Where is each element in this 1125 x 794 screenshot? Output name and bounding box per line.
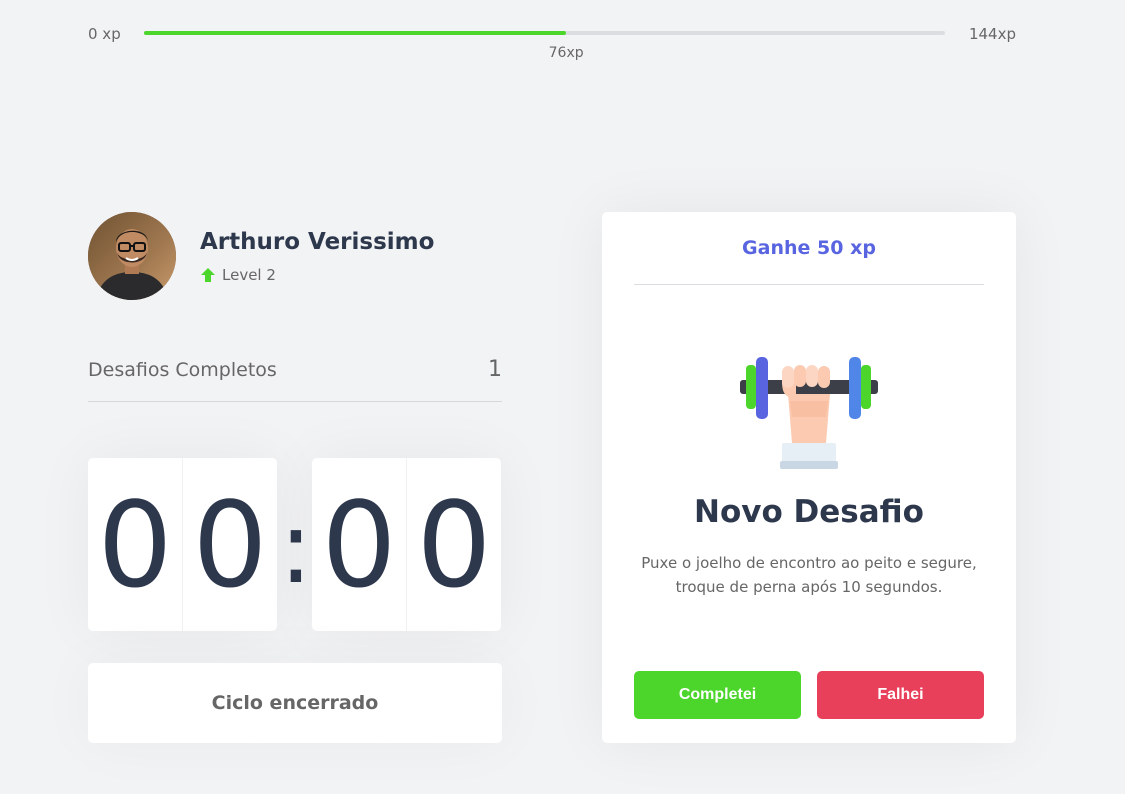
completed-challenges: Desafios Completos 1 — [88, 352, 502, 402]
level-up-icon — [201, 268, 215, 282]
xp-min-label: 0 xp — [88, 25, 121, 43]
second-tens-digit: 0 — [312, 458, 407, 631]
completed-challenges-count: 1 — [488, 357, 502, 382]
xp-progress-track — [144, 31, 945, 35]
challenge-card-header: Ganhe 50 xp — [634, 212, 984, 285]
xp-current-label: 76xp — [548, 45, 584, 61]
xp-max-label: 144xp — [968, 25, 1016, 43]
avatar — [88, 212, 176, 300]
completed-button[interactable]: Completei — [634, 671, 801, 719]
profile: Arthuro Verissimo Level 2 — [88, 212, 502, 300]
experience-bar: 0 xp 76xp 144xp — [88, 24, 1016, 64]
minute-units-digit: 0 — [192, 475, 268, 614]
failed-button[interactable]: Falhei — [817, 671, 984, 719]
countdown: 0 0 : 0 0 — [88, 458, 502, 631]
level-row: Level 2 — [200, 266, 276, 284]
challenge-reward: Ganhe 50 xp — [742, 237, 876, 259]
xp-progress-fill — [144, 31, 567, 35]
challenge-description: Puxe o joelho de encontro ao peito e seg… — [641, 554, 977, 596]
minute-tens-digit: 0 — [88, 458, 183, 631]
completed-challenges-label: Desafios Completos — [88, 359, 277, 381]
second-units-digit: 0 — [416, 475, 492, 614]
challenge-title: Novo Desafio — [694, 494, 924, 530]
cycle-ended-button[interactable]: Ciclo encerrado — [88, 663, 502, 743]
challenge-card: Ganhe 50 xp Novo Desafio Puxe o joelho d… — [602, 212, 1016, 743]
level-label: Level 2 — [222, 266, 276, 284]
countdown-seconds: 0 0 — [312, 458, 501, 631]
dumbbell-hand-icon — [740, 357, 878, 469]
countdown-minutes: 0 0 — [88, 458, 277, 631]
countdown-separator: : — [279, 489, 313, 606]
profile-name: Arthuro Verissimo — [200, 229, 435, 255]
